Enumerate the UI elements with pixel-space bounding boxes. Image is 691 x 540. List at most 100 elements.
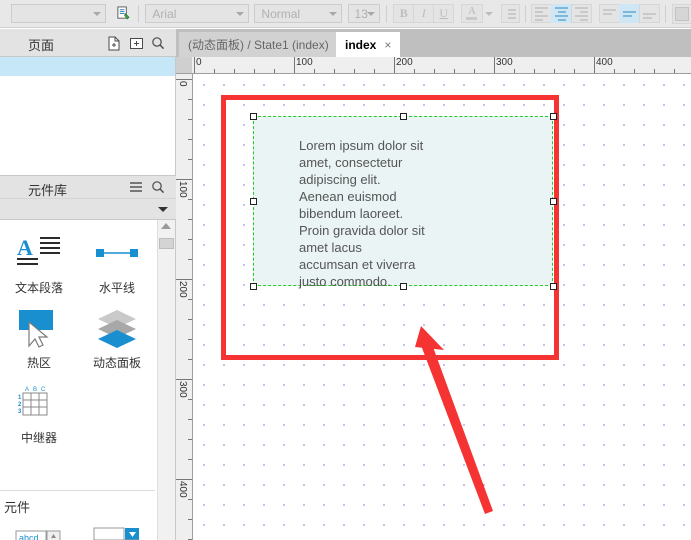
- tab-label: (动态面板) / State1 (index): [188, 38, 329, 52]
- valign-bottom-button[interactable]: [639, 4, 661, 23]
- widget-item-list-dropdown[interactable]: [78, 520, 156, 540]
- ruler-minor-tick: [188, 219, 192, 220]
- widget-label: 热区: [26, 356, 51, 370]
- chevron-down-icon: [484, 11, 493, 16]
- ruler-minor-tick: [234, 69, 235, 73]
- design-canvas[interactable]: Lorem ipsum dolor sit amet, consectetur …: [193, 74, 691, 540]
- align-right-button[interactable]: [571, 4, 593, 23]
- tab-dynamic-panel-state1[interactable]: (动态面板) / State1 (index) ×: [179, 32, 353, 57]
- font-weight-select[interactable]: Normal: [254, 4, 343, 23]
- repeater-icon: A B C 1 2 3: [0, 380, 78, 426]
- widget-label: 文本段落: [14, 281, 63, 295]
- resize-handle-se[interactable]: [550, 283, 557, 290]
- resize-handle-nw[interactable]: [250, 113, 257, 120]
- ruler-minor-tick: [188, 419, 192, 420]
- library-widget-list[interactable]: A 文本段落 水平线 热区 动态面板 A B C 1 2 3 中继器 元件 ab…: [0, 220, 176, 540]
- svg-text:abcd: abcd: [19, 533, 39, 540]
- ruler-minor-tick: [334, 69, 335, 73]
- widget-item-horizontal-line[interactable]: 水平线: [78, 230, 156, 296]
- resize-handle-w[interactable]: [250, 198, 257, 205]
- ruler-minor-tick: [188, 499, 192, 500]
- font-family-select[interactable]: Arial: [145, 4, 250, 23]
- axure-editor-window: Arial Normal 13 B I U A 页面 元件库 A 文本段落 水平…: [0, 0, 691, 540]
- ruler-label: 100: [296, 57, 313, 68]
- resize-handle-n[interactable]: [400, 113, 407, 120]
- horizontal-line-icon: [78, 230, 156, 276]
- ruler-minor-tick: [454, 69, 455, 73]
- svg-text:C: C: [41, 387, 46, 393]
- widget-label: 动态面板: [92, 356, 141, 370]
- ruler-label: 400: [596, 57, 613, 68]
- ruler-label: 300: [177, 381, 188, 398]
- pages-tree-selected-row[interactable]: [0, 57, 175, 76]
- add-page-icon[interactable]: [106, 35, 122, 51]
- pages-tree[interactable]: [0, 57, 176, 175]
- tab-index[interactable]: index ×: [336, 32, 401, 57]
- widget-item-dynamic-panel[interactable]: 动态面板: [78, 305, 156, 371]
- ruler-major-tick: [176, 279, 192, 280]
- close-icon[interactable]: ×: [384, 38, 391, 52]
- library-scrollbar[interactable]: [157, 220, 175, 540]
- menu-icon[interactable]: [128, 179, 144, 195]
- bullet-list-button[interactable]: [500, 4, 520, 23]
- resize-handle-ne[interactable]: [550, 113, 557, 120]
- ruler-minor-tick: [188, 339, 192, 340]
- fill-color-button[interactable]: [672, 3, 691, 24]
- ruler-minor-tick: [188, 459, 192, 460]
- underline-button[interactable]: U: [433, 4, 455, 23]
- svg-text:A: A: [17, 235, 33, 260]
- resize-handle-s[interactable]: [400, 283, 407, 290]
- svg-text:1: 1: [18, 395, 22, 401]
- style-select[interactable]: [11, 4, 106, 23]
- ruler-major-tick: [394, 57, 395, 73]
- vertical-ruler: 0 100 200 300 400: [176, 74, 193, 540]
- ruler-major-tick: [494, 57, 495, 73]
- font-size-select[interactable]: 13: [347, 4, 381, 23]
- valign-top-button[interactable]: [599, 4, 621, 23]
- font-color-button[interactable]: A: [461, 4, 483, 23]
- font-color-letter: A: [467, 5, 476, 17]
- scrollbar-thumb[interactable]: [159, 238, 174, 249]
- ruler-minor-tick: [188, 139, 192, 140]
- valign-top-icon: [603, 8, 617, 19]
- resize-handle-sw[interactable]: [250, 283, 257, 290]
- add-folder-icon[interactable]: [128, 35, 144, 51]
- text-paragraph-icon: A: [0, 230, 78, 276]
- ruler-minor-tick: [314, 69, 315, 73]
- search-icon[interactable]: [150, 35, 166, 51]
- ruler-major-tick: [176, 179, 192, 180]
- search-icon[interactable]: [150, 179, 166, 195]
- valign-middle-button[interactable]: [619, 4, 641, 23]
- ruler-label: 0: [177, 81, 188, 87]
- chevron-down-icon: [236, 11, 245, 16]
- italic-button[interactable]: I: [413, 4, 435, 23]
- ruler-minor-tick: [554, 69, 555, 73]
- align-left-button[interactable]: [531, 4, 553, 23]
- ruler-minor-tick: [674, 69, 675, 73]
- library-select[interactable]: [0, 199, 176, 220]
- font-color-dropdown[interactable]: [482, 4, 493, 23]
- text-field-spinner-icon: abcd: [0, 520, 78, 540]
- bold-button[interactable]: B: [393, 4, 415, 23]
- ruler-minor-tick: [414, 69, 415, 73]
- resize-handle-e[interactable]: [550, 198, 557, 205]
- scroll-up-arrow-icon[interactable]: [161, 223, 171, 229]
- library-section-title: 元件: [4, 500, 31, 515]
- widget-item-text-paragraph[interactable]: A 文本段落: [0, 230, 78, 296]
- ruler-major-tick: [176, 479, 192, 480]
- widget-item-repeater[interactable]: A B C 1 2 3 中继器: [0, 380, 78, 446]
- widget-label: 中继器: [20, 431, 57, 445]
- ruler-minor-tick: [574, 69, 575, 73]
- svg-text:3: 3: [18, 409, 22, 415]
- widget-item-hotspot[interactable]: 热区: [0, 305, 78, 371]
- selected-widget-text-paragraph[interactable]: Lorem ipsum dolor sit amet, consectetur …: [253, 116, 553, 289]
- ruler-minor-tick: [354, 69, 355, 73]
- widget-item-text-field-spinner[interactable]: abcd: [0, 520, 78, 540]
- format-painter-icon[interactable]: [114, 4, 133, 23]
- chevron-down-icon: [158, 207, 168, 212]
- align-center-button[interactable]: [551, 4, 573, 23]
- ruler-label: 100: [177, 181, 188, 198]
- ruler-minor-tick: [188, 199, 192, 200]
- horizontal-align-group: [531, 4, 593, 23]
- ruler-label: 200: [177, 281, 188, 298]
